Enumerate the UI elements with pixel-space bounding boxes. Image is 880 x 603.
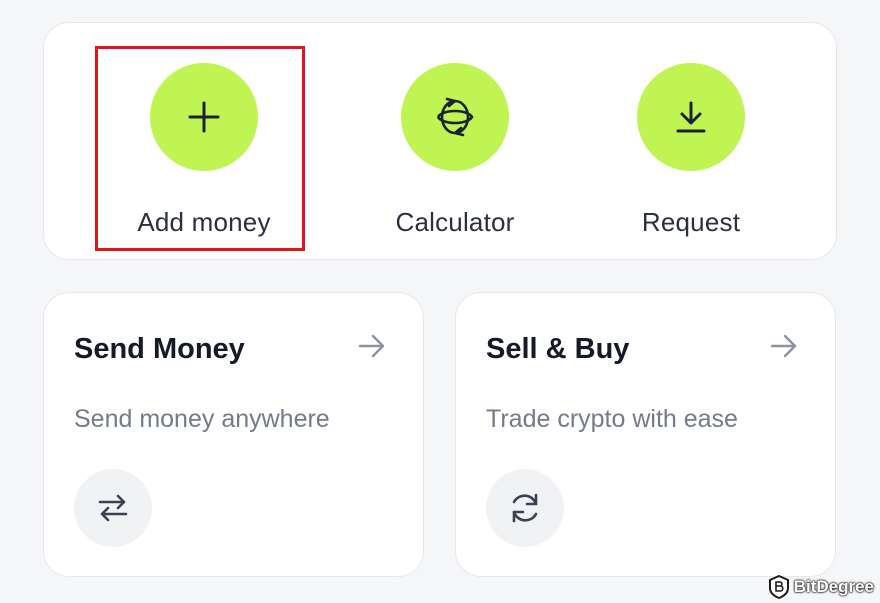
send-money-title: Send Money bbox=[74, 333, 245, 365]
refresh-icon bbox=[512, 493, 538, 523]
download-icon bbox=[676, 101, 706, 133]
plus-icon bbox=[188, 101, 220, 133]
request-label: Request bbox=[641, 207, 741, 237]
bitdegree-watermark: BitDegree bbox=[768, 575, 874, 599]
watermark-text: BitDegree bbox=[793, 577, 874, 596]
calculator-circle bbox=[401, 63, 509, 171]
add-money-circle bbox=[150, 63, 258, 171]
swap-arrows-icon bbox=[98, 494, 128, 522]
calculator-button[interactable]: Calculator bbox=[355, 23, 555, 238]
send-money-description: Send money anywhere bbox=[74, 405, 330, 433]
arrow-right-icon[interactable] bbox=[357, 331, 387, 361]
calculator-label: Calculator bbox=[395, 207, 515, 237]
quick-actions-card: Add money Calculator Request bbox=[43, 22, 837, 260]
send-money-card[interactable]: Send Money Send money anywhere bbox=[43, 292, 424, 577]
sell-buy-icon-bubble bbox=[486, 469, 564, 547]
request-circle bbox=[637, 63, 745, 171]
add-money-label: Add money bbox=[137, 207, 271, 237]
sell-buy-card[interactable]: Sell & Buy Trade crypto with ease bbox=[455, 292, 836, 577]
send-money-icon-bubble bbox=[74, 469, 152, 547]
request-button[interactable]: Request bbox=[591, 23, 791, 238]
sell-buy-title: Sell & Buy bbox=[486, 333, 630, 365]
add-money-button[interactable]: Add money bbox=[104, 23, 304, 238]
arrow-right-icon[interactable] bbox=[769, 331, 799, 361]
currency-exchange-icon bbox=[436, 97, 474, 137]
bitdegree-logo-icon bbox=[768, 575, 789, 599]
sell-buy-description: Trade crypto with ease bbox=[486, 405, 738, 433]
